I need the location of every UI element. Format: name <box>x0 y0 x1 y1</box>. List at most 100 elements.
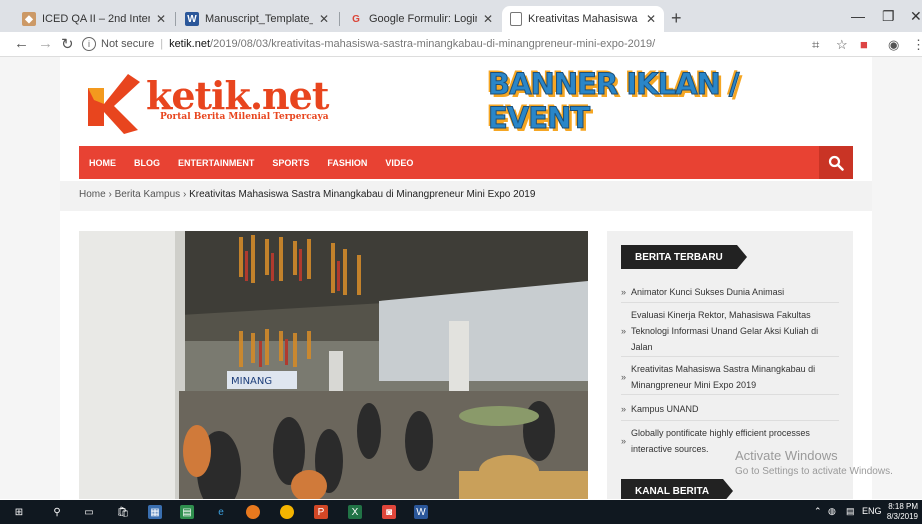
tray-chevron-icon[interactable]: ⌃ <box>814 506 822 517</box>
url-path: /2019/08/03/kreativitas-mahasiswa-sastra… <box>210 38 656 50</box>
close-icon[interactable]: ✕ <box>646 12 656 26</box>
clock-time: 8:18 PM <box>888 502 918 511</box>
nav-entertainment[interactable]: ENTERTAINMENT <box>178 158 254 168</box>
breadcrumb-home[interactable]: Home <box>79 189 106 200</box>
search-button[interactable] <box>819 146 853 179</box>
chrome-icon[interactable] <box>280 505 294 519</box>
back-icon[interactable]: ← <box>14 35 29 52</box>
site-icon: ◆ <box>22 12 36 26</box>
news-item-label: Evaluasi Kinerja Rektor, Mahasiswa Fakul… <box>631 309 819 352</box>
main-nav: HOME BLOG ENTERTAINMENT SPORTS FASHION V… <box>79 146 853 179</box>
tab-separator <box>175 12 176 26</box>
word-icon[interactable]: W <box>414 505 428 519</box>
close-window-button[interactable]: ✕ <box>910 8 922 25</box>
windows-start-icon[interactable]: ⊞ <box>12 505 26 519</box>
page-icon <box>510 12 522 26</box>
chevron-right-icon: » <box>621 403 627 414</box>
chevron-right-icon: » <box>621 371 627 382</box>
market-photo: MINANG <box>79 231 588 499</box>
tab-manuscript[interactable]: W Manuscript_Template_ICED_QA.d ✕ <box>177 6 337 32</box>
taskbar: ⊞ ⚲ ▭ 🛍 ▦ ▤ e P X ◙ W ⌃ ◍ ▤ ENG 8:18 PM … <box>0 500 922 524</box>
extension-icon[interactable]: ■ <box>860 37 868 52</box>
clock-date: 8/3/2019 <box>886 512 918 521</box>
store-icon[interactable]: 🛍 <box>116 505 130 519</box>
minimize-button[interactable]: — <box>851 8 865 24</box>
tab-label: Kreativitas Mahasiswa Sastra Min <box>528 13 640 25</box>
tab-iced-qa[interactable]: ◆ ICED QA II – 2nd International Co ✕ <box>14 6 174 32</box>
account-icon[interactable]: ◉ <box>888 37 899 53</box>
powerpoint-icon[interactable]: P <box>314 505 328 519</box>
latest-news-title: BERITA TERBARU <box>621 245 747 269</box>
close-icon[interactable]: ✕ <box>156 12 166 26</box>
tab-kreativitas[interactable]: Kreativitas Mahasiswa Sastra Min ✕ <box>502 6 664 32</box>
site-container: ketik.net Portal Berita Milenial Terperc… <box>60 57 872 499</box>
nav-video[interactable]: VIDEO <box>385 158 413 168</box>
language-indicator[interactable]: ENG <box>862 506 882 516</box>
ketik-logo-icon <box>88 74 140 134</box>
word-icon: W <box>185 12 199 26</box>
notification-icon[interactable]: ▤ <box>846 506 855 517</box>
web-page: ketik.net Portal Berita Milenial Terperc… <box>0 57 922 499</box>
tab-label: Google Formulir: Login <box>369 13 477 25</box>
browser-tab-strip: ◆ ICED QA II – 2nd International Co ✕ W … <box>0 0 922 32</box>
nav-sports[interactable]: SPORTS <box>272 158 309 168</box>
news-item[interactable]: » Evaluasi Kinerja Rektor, Mahasiswa Fak… <box>621 305 839 357</box>
app-icon[interactable]: ▤ <box>180 505 194 519</box>
nav-fashion[interactable]: FASHION <box>327 158 367 168</box>
hero-sign-text: MINANG <box>231 376 272 387</box>
news-item-label: Kreativitas Mahasiswa Sastra Minangkabau… <box>631 363 816 390</box>
breadcrumb-current: Kreativitas Mahasiswa Sastra Minangkabau… <box>189 189 536 200</box>
task-view-icon[interactable]: ▭ <box>82 505 96 519</box>
network-icon[interactable]: ◍ <box>828 506 836 517</box>
news-channel-title: KANAL BERITA <box>621 479 734 499</box>
restore-button[interactable]: ❐ <box>882 8 895 25</box>
tab-google-forms[interactable]: G Google Formulir: Login ✕ <box>341 6 501 32</box>
watermark-line-1: Activate Windows <box>735 448 838 463</box>
news-item[interactable]: » Kreativitas Mahasiswa Sastra Minangkab… <box>621 359 839 395</box>
article-hero-image: MINANG <box>79 231 588 499</box>
tab-label: Manuscript_Template_ICED_QA.d <box>205 13 313 25</box>
tab-label: ICED QA II – 2nd International Co <box>42 13 150 25</box>
chevron-right-icon: » <box>621 436 627 446</box>
address-bar: ← → ↻ i Not secure | ketik.net/2019/08/0… <box>0 32 922 57</box>
breadcrumb-separator: › <box>108 189 112 200</box>
breadcrumb-category[interactable]: Berita Kampus <box>115 189 181 200</box>
tab-separator <box>339 12 340 26</box>
news-item[interactable]: » Kampus UNAND <box>621 397 839 421</box>
site-tagline: Portal Berita Milenial Terpercaya <box>160 112 329 122</box>
star-icon[interactable]: ☆ <box>836 37 848 53</box>
url-domain: ketik.net <box>169 38 211 50</box>
breadcrumb: Home › Berita Kampus › Kreativitas Mahas… <box>60 181 872 211</box>
chevron-right-icon: » <box>621 286 627 297</box>
excel-icon[interactable]: X <box>348 505 362 519</box>
news-item-label: Animator Kunci Sukses Dunia Animasi <box>631 286 785 297</box>
google-icon: G <box>352 13 360 25</box>
close-icon[interactable]: ✕ <box>319 12 329 26</box>
search-icon[interactable]: ⚲ <box>50 505 64 519</box>
security-label: Not secure <box>101 38 155 50</box>
close-icon[interactable]: ✕ <box>483 12 493 26</box>
app-icon[interactable]: ▦ <box>148 505 162 519</box>
edge-icon[interactable]: e <box>214 505 228 519</box>
nav-blog[interactable]: BLOG <box>134 158 160 168</box>
news-item-label: Kampus UNAND <box>631 403 699 414</box>
breadcrumb-separator: › <box>182 189 187 200</box>
nav-home[interactable]: HOME <box>89 158 116 168</box>
forward-icon[interactable]: → <box>38 35 53 52</box>
ad-banner[interactable]: BANNER IKLAN / EVENT <box>488 67 832 136</box>
url-separator: | <box>160 38 164 50</box>
windows-activation-watermark: Activate Windows Go to Settings to activ… <box>735 448 893 480</box>
news-item[interactable]: » Animator Kunci Sukses Dunia Animasi <box>621 281 839 303</box>
reload-icon[interactable]: ↻ <box>61 35 74 53</box>
info-icon[interactable]: i <box>82 37 96 51</box>
menu-icon[interactable]: ⋮ <box>912 37 922 53</box>
translate-icon[interactable]: ⌗ <box>812 37 819 53</box>
app-icon[interactable]: ◙ <box>382 505 396 519</box>
firefox-icon[interactable] <box>246 505 260 519</box>
url-field[interactable]: i Not secure | ketik.net/2019/08/03/krea… <box>82 34 812 54</box>
search-icon <box>828 155 844 171</box>
watermark-line-2: Go to Settings to activate Windows. <box>735 466 893 477</box>
new-tab-button[interactable]: + <box>671 8 682 29</box>
system-clock[interactable]: 8:18 PM 8/3/2019 <box>887 502 918 522</box>
chevron-right-icon: » <box>621 325 627 336</box>
